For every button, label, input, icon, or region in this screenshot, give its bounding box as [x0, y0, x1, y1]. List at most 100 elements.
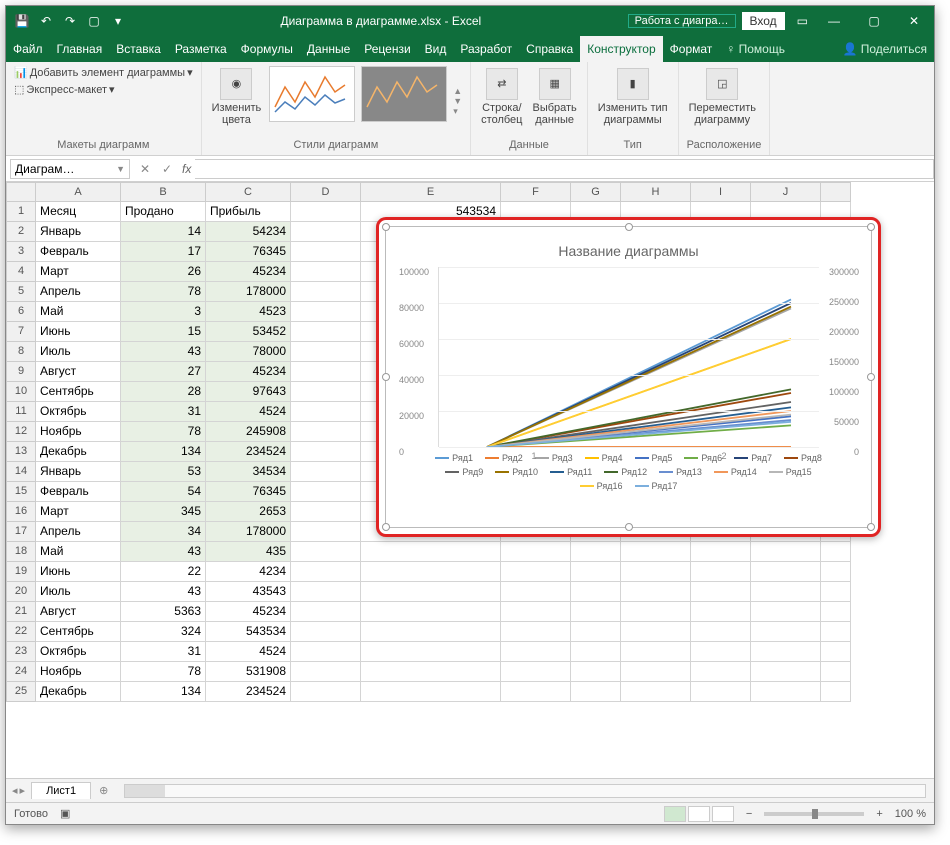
- cell[interactable]: 76345: [206, 242, 291, 262]
- row-header[interactable]: 8: [6, 342, 36, 362]
- tab-файл[interactable]: Файл: [6, 36, 50, 62]
- row-header[interactable]: 12: [6, 422, 36, 442]
- cell[interactable]: [291, 222, 361, 242]
- cell[interactable]: Октябрь: [36, 642, 121, 662]
- legend-item[interactable]: Ряд10: [495, 467, 538, 477]
- cell[interactable]: [691, 562, 751, 582]
- cell[interactable]: [361, 582, 501, 602]
- minimize-button[interactable]: —: [814, 6, 854, 36]
- cell[interactable]: [691, 682, 751, 702]
- cell[interactable]: [621, 662, 691, 682]
- cell[interactable]: 76345: [206, 482, 291, 502]
- cell[interactable]: [501, 582, 571, 602]
- cell[interactable]: [501, 682, 571, 702]
- cell[interactable]: 178000: [206, 282, 291, 302]
- page-layout-view-button[interactable]: [688, 806, 710, 822]
- embedded-chart[interactable]: Название диаграммы 020000400006000080000…: [376, 217, 881, 537]
- cell[interactable]: [751, 642, 821, 662]
- row-header[interactable]: 3: [6, 242, 36, 262]
- cell[interactable]: [751, 662, 821, 682]
- tab-главная[interactable]: Главная: [50, 36, 110, 62]
- name-box[interactable]: Диаграм… ▼: [10, 159, 130, 179]
- cell[interactable]: Август: [36, 362, 121, 382]
- cell[interactable]: 234524: [206, 442, 291, 462]
- cell[interactable]: 3: [121, 302, 206, 322]
- row-header[interactable]: 1: [6, 202, 36, 222]
- cell[interactable]: Ноябрь: [36, 422, 121, 442]
- select-data-button[interactable]: ▦ Выбрать данные: [530, 66, 578, 128]
- cell[interactable]: [751, 682, 821, 702]
- cell[interactable]: [821, 562, 851, 582]
- cell[interactable]: [291, 342, 361, 362]
- row-header[interactable]: 7: [6, 322, 36, 342]
- cell[interactable]: [691, 642, 751, 662]
- cell[interactable]: [821, 622, 851, 642]
- cell[interactable]: [291, 662, 361, 682]
- row-header[interactable]: 14: [6, 462, 36, 482]
- cell[interactable]: 53452: [206, 322, 291, 342]
- cell[interactable]: [571, 642, 621, 662]
- maximize-button[interactable]: ▢: [854, 6, 894, 36]
- cell[interactable]: [691, 662, 751, 682]
- cell[interactable]: [291, 642, 361, 662]
- share-button[interactable]: 👤 Поделиться: [835, 36, 934, 62]
- row-header[interactable]: 23: [6, 642, 36, 662]
- cell[interactable]: [291, 362, 361, 382]
- add-sheet-button[interactable]: ⊕: [91, 784, 116, 797]
- cell[interactable]: 43543: [206, 582, 291, 602]
- cell[interactable]: [571, 542, 621, 562]
- cell[interactable]: 97643: [206, 382, 291, 402]
- cell[interactable]: Декабрь: [36, 682, 121, 702]
- cell[interactable]: [361, 662, 501, 682]
- horizontal-scrollbar[interactable]: [124, 784, 926, 798]
- plot-area[interactable]: 020000400006000080000100000 050000100000…: [438, 267, 819, 447]
- cell[interactable]: [291, 282, 361, 302]
- cell[interactable]: Январь: [36, 462, 121, 482]
- cell[interactable]: Февраль: [36, 482, 121, 502]
- cell[interactable]: 543534: [206, 622, 291, 642]
- close-button[interactable]: ✕: [894, 6, 934, 36]
- cell[interactable]: 4234: [206, 562, 291, 582]
- camera-icon[interactable]: ▢: [86, 13, 102, 29]
- row-header[interactable]: 25: [6, 682, 36, 702]
- cell[interactable]: [291, 242, 361, 262]
- cell[interactable]: [291, 322, 361, 342]
- row-header[interactable]: 24: [6, 662, 36, 682]
- cell[interactable]: 26: [121, 262, 206, 282]
- sheet-tab[interactable]: Лист1: [31, 782, 91, 799]
- column-header[interactable]: H: [621, 182, 691, 202]
- cell[interactable]: Июнь: [36, 322, 121, 342]
- row-header[interactable]: 5: [6, 282, 36, 302]
- cell[interactable]: [291, 682, 361, 702]
- tab-разметка[interactable]: Разметка: [168, 36, 234, 62]
- tab-вид[interactable]: Вид: [418, 36, 454, 62]
- ribbon-display-icon[interactable]: ▭: [791, 14, 814, 28]
- cell[interactable]: [501, 662, 571, 682]
- cell[interactable]: [361, 542, 501, 562]
- qat-dropdown-icon[interactable]: ▾: [110, 13, 126, 29]
- cell[interactable]: [291, 302, 361, 322]
- cell[interactable]: Февраль: [36, 242, 121, 262]
- cell[interactable]: 324: [121, 622, 206, 642]
- cell[interactable]: [291, 622, 361, 642]
- row-header[interactable]: 18: [6, 542, 36, 562]
- chart-style-1[interactable]: [269, 66, 355, 122]
- cell[interactable]: [291, 442, 361, 462]
- cell[interactable]: 435: [206, 542, 291, 562]
- column-header[interactable]: A: [36, 182, 121, 202]
- cell[interactable]: [751, 562, 821, 582]
- cell[interactable]: 134: [121, 442, 206, 462]
- cell[interactable]: [691, 542, 751, 562]
- cell[interactable]: Месяц: [36, 202, 121, 222]
- row-header[interactable]: 6: [6, 302, 36, 322]
- cell[interactable]: [571, 602, 621, 622]
- cell[interactable]: [291, 202, 361, 222]
- legend-item[interactable]: Ряд12: [604, 467, 647, 477]
- sign-in-button[interactable]: Вход: [742, 12, 785, 30]
- resize-handle[interactable]: [867, 373, 875, 381]
- cancel-icon[interactable]: ✕: [134, 162, 156, 176]
- cell[interactable]: 4524: [206, 402, 291, 422]
- legend-item[interactable]: Ряд14: [714, 467, 757, 477]
- cell[interactable]: Июль: [36, 342, 121, 362]
- cell[interactable]: [821, 642, 851, 662]
